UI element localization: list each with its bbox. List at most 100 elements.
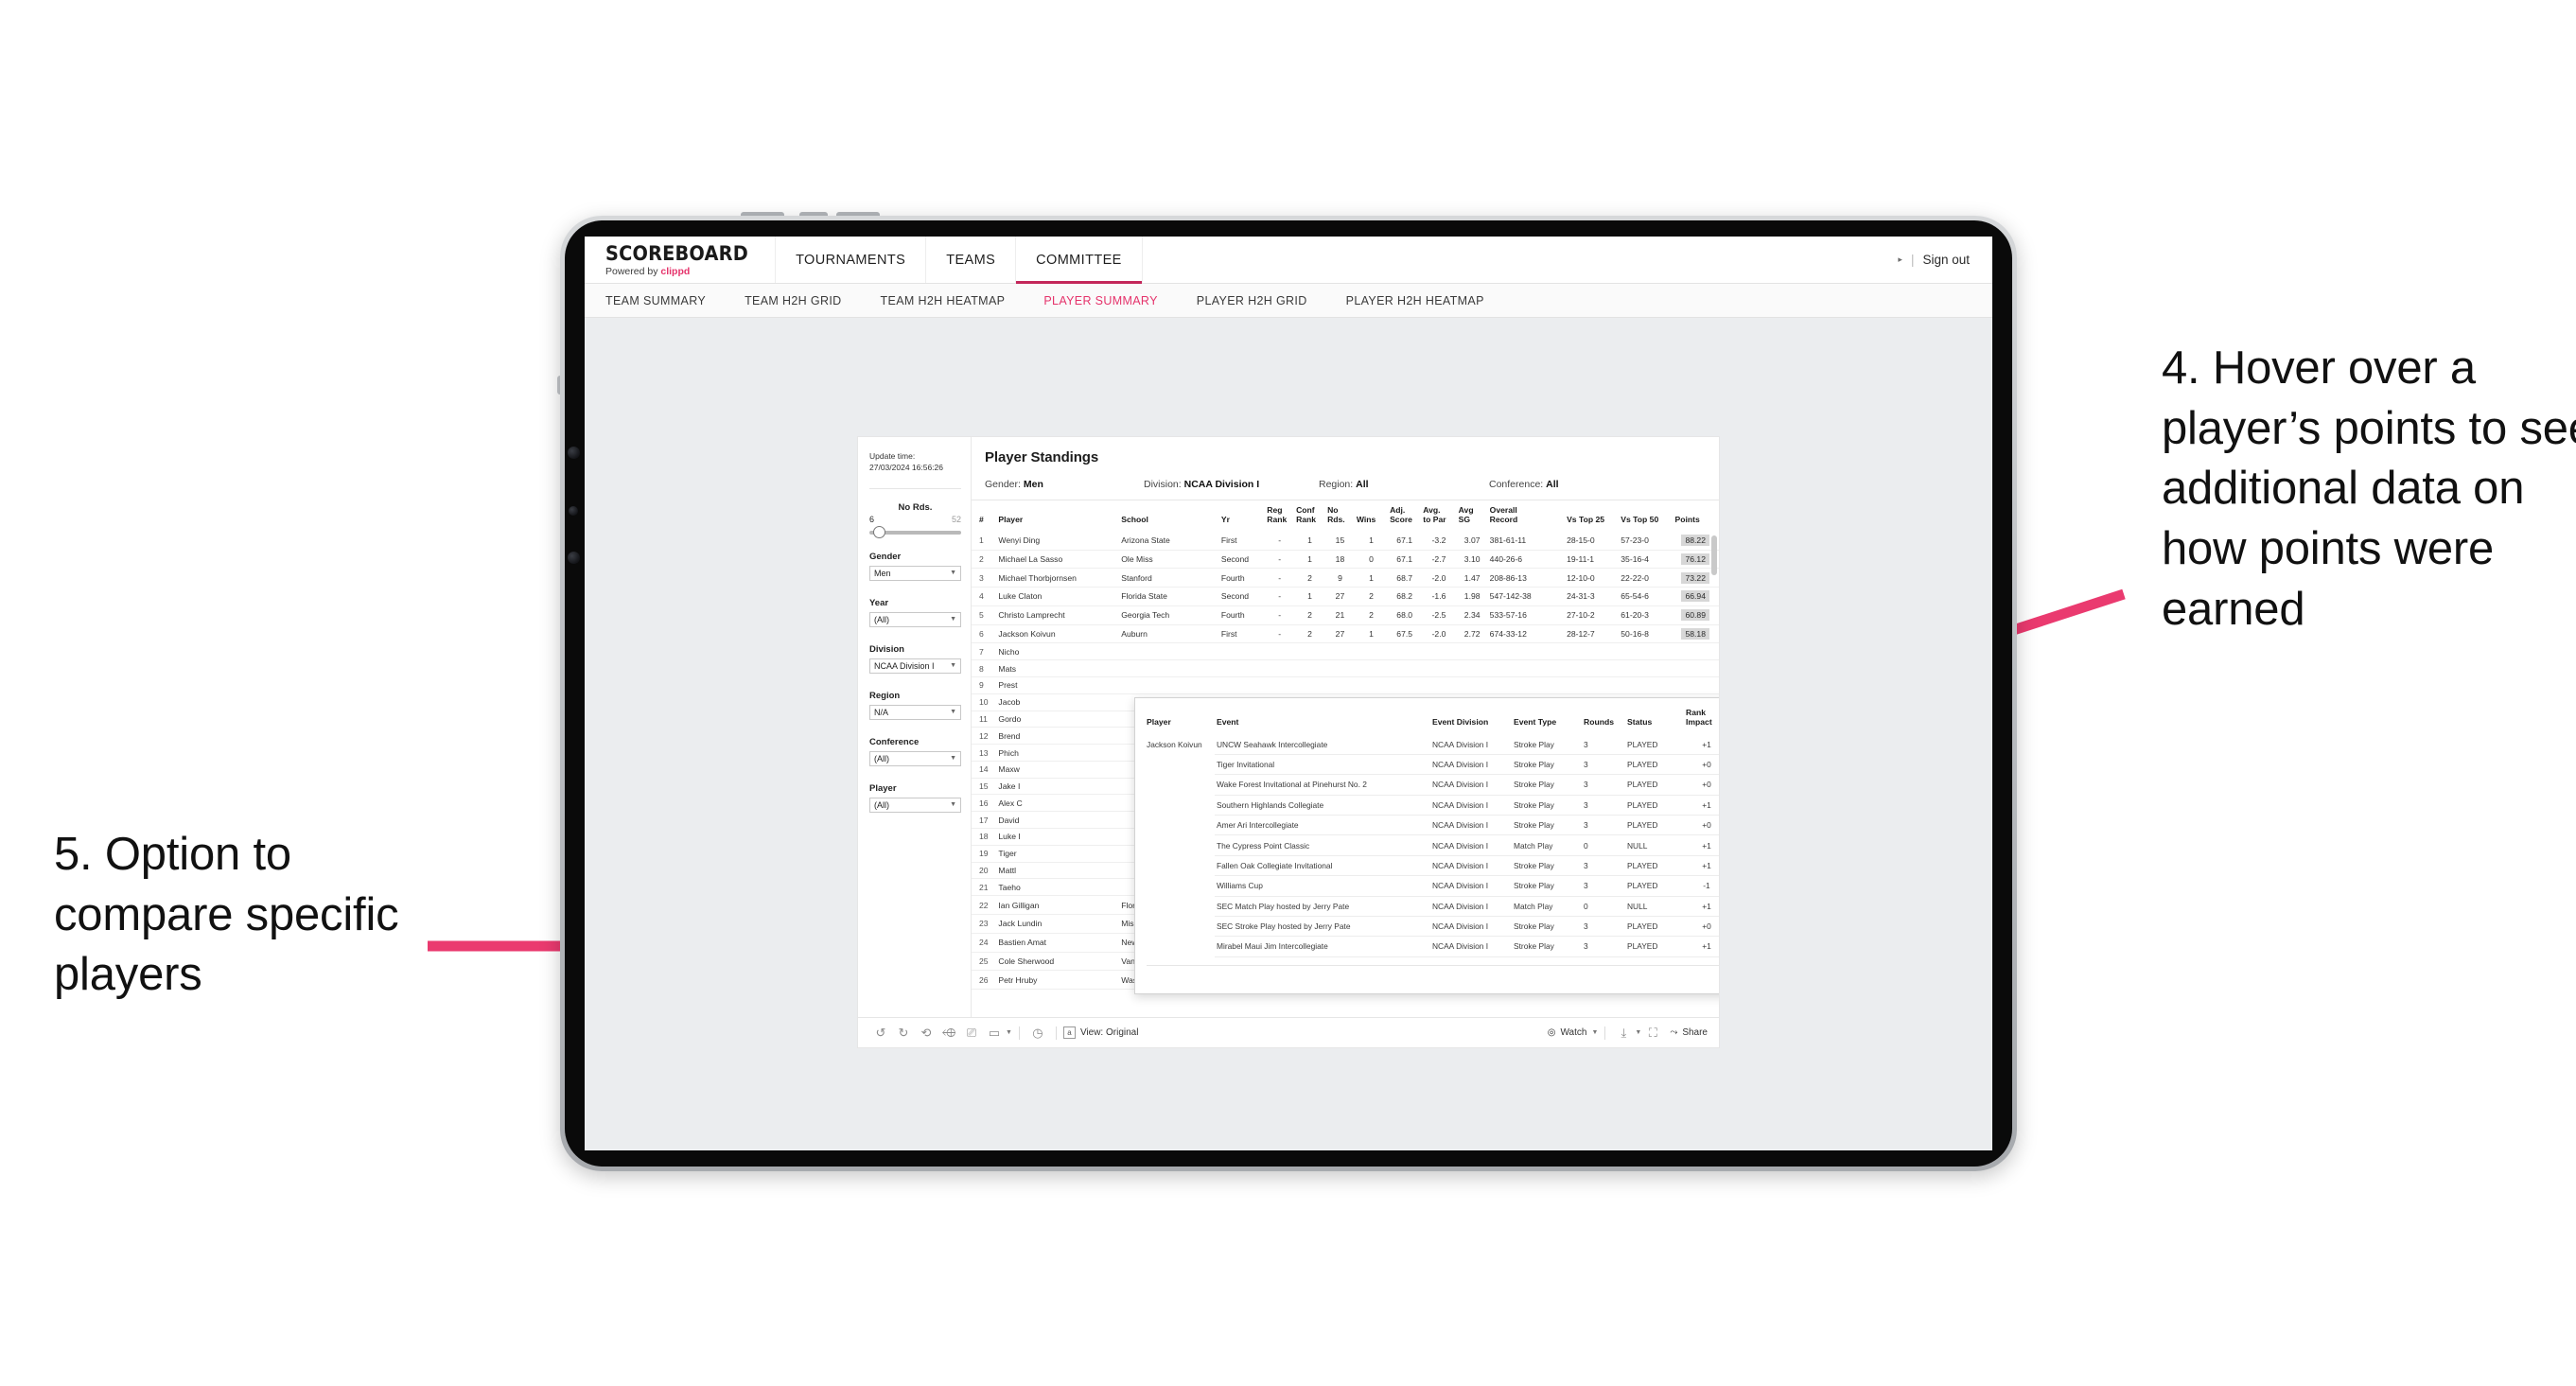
chevron-down-icon[interactable]: ▼ [1006, 1029, 1012, 1036]
filter-division-select[interactable]: NCAA Division I ▼ [869, 658, 961, 674]
subnav-team-h2h-grid[interactable]: TEAM H2H GRID [745, 294, 861, 307]
filter-player-select[interactable]: (All) ▼ [869, 797, 961, 813]
col-header-points[interactable]: Points [1673, 500, 1719, 532]
tooltip-cell-1: Williams Cup [1215, 875, 1430, 897]
points-value[interactable]: 60.89 [1681, 609, 1709, 622]
table-row[interactable]: 2 Michael La Sasso Ole Miss Second -1 18 0 67.1… [972, 550, 1719, 570]
col-header-wins[interactable]: Wins [1355, 500, 1388, 532]
cell-1: Gordo [996, 711, 1120, 728]
clock-history-icon[interactable]: ◷ [1026, 1026, 1049, 1041]
download-icon[interactable]: ⤓ [1612, 1026, 1635, 1041]
cell-5: 1 [1294, 550, 1326, 570]
cell-11: 533-57-16 [1487, 605, 1566, 625]
cell-14: 58.18 [1673, 624, 1719, 644]
table-row[interactable]: 9 Prest [972, 676, 1719, 694]
table-row[interactable]: 5 Christo Lamprecht Georgia Tech Fourth -2 21… [972, 605, 1719, 625]
view-original-button[interactable]: a View: Original [1062, 1026, 1138, 1039]
tooltip-header-row: Player Event Event Division Event Type Round… [1135, 698, 1719, 735]
watch-button[interactable]: ◎ Watch ▼ [1548, 1027, 1599, 1038]
filter-gender-select[interactable]: Men ▼ [869, 565, 961, 581]
tablet-camera-3 [568, 552, 580, 564]
share-button[interactable]: ⤳ Share [1670, 1027, 1708, 1038]
cell-3 [1218, 676, 1266, 694]
sign-out-area: ▸ | Sign out [1898, 237, 1992, 283]
tooltip-cell-5: PLAYED [1625, 754, 1684, 776]
col-header-player[interactable]: Player [996, 500, 1119, 532]
col-header-avg-sg[interactable]: Avg SG [1457, 500, 1488, 532]
cell-1: Phich [996, 744, 1120, 762]
tooltip-cell-2: NCAA Division I [1430, 795, 1512, 816]
tooltip-cell-2: NCAA Division I [1430, 815, 1512, 836]
tooltip-cell-0 [1135, 835, 1215, 855]
revert-icon[interactable]: ⟲ [915, 1026, 938, 1041]
table-row[interactable]: 3 Michael Thorbjornsen Stanford Fourth -2 9 1 6… [972, 568, 1719, 588]
points-value[interactable]: 58.18 [1681, 628, 1709, 640]
table-row[interactable]: 4 Luke Claton Florida State Second -1 27 2 68.2… [972, 587, 1719, 606]
filter-year: Year (All) ▼ [869, 598, 961, 627]
sign-out-link[interactable]: Sign out [1922, 253, 1970, 267]
nav-item-teams[interactable]: TEAMS [925, 237, 1017, 283]
cell-12: 24-31-3 [1565, 587, 1620, 606]
tooltip-cell-1: Wake Forest Invitational at Pinehurst No… [1215, 774, 1430, 796]
table-row[interactable]: 8 Mats [972, 659, 1719, 677]
subnav-player-h2h-heatmap[interactable]: PLAYER H2H HEATMAP [1346, 294, 1504, 307]
cell-9: -2.0 [1421, 568, 1457, 588]
col-header-yr[interactable]: Yr [1219, 500, 1265, 532]
nav-item-committee[interactable]: COMMITTEE [1015, 237, 1143, 284]
redo-icon[interactable]: ↻ [892, 1026, 915, 1041]
tooltip-cell-6: +1 [1684, 896, 1719, 917]
points-value[interactable]: 66.94 [1681, 590, 1709, 603]
tooltip-col-player: Player [1147, 716, 1171, 727]
col-header-avg-to-par[interactable]: Avg. to Par [1421, 500, 1456, 532]
nav-item-tournaments[interactable]: TOURNAMENTS [775, 237, 927, 283]
col-header-vs-top-50[interactable]: Vs Top 50 [1619, 500, 1673, 532]
table-row[interactable]: 7 Nicho [972, 642, 1719, 661]
standings-table-scroll[interactable]: 1 Wenyi Ding Arizona State First -1 15 1 67.1 -3… [972, 531, 1719, 1017]
chevron-down-icon[interactable]: ▼ [1635, 1029, 1641, 1036]
filter-conference-select[interactable]: (All) ▼ [869, 750, 961, 766]
brand-sub-highlight: clippd [660, 266, 691, 277]
col-header-conf-rank[interactable]: Conf Rank [1294, 500, 1325, 532]
points-value[interactable]: 76.12 [1681, 553, 1709, 565]
col-header-adj-score[interactable]: Adj. Score [1388, 500, 1421, 532]
undo-icon[interactable]: ↺ [869, 1026, 892, 1041]
col-header-no-rds[interactable]: No Rds. [1325, 500, 1355, 532]
slider-handle[interactable] [873, 525, 885, 538]
tooltip-cell-3: Stroke Play [1512, 936, 1582, 957]
subnav-team-summary[interactable]: TEAM SUMMARY [605, 294, 726, 307]
subnav-team-h2h-heatmap[interactable]: TEAM H2H HEATMAP [881, 294, 1025, 307]
cell-11: 208-86-13 [1487, 568, 1566, 588]
slider-track[interactable] [869, 525, 961, 538]
fullscreen-icon[interactable]: ⛶ [1641, 1026, 1664, 1041]
device-layout-icon[interactable]: ▭ [983, 1026, 1006, 1041]
tooltip-cell-3: Stroke Play [1512, 774, 1582, 796]
points-value[interactable]: 73.22 [1681, 571, 1709, 584]
subnav-player-summary[interactable]: PLAYER SUMMARY [1043, 294, 1177, 307]
cell-2: Florida State [1119, 587, 1219, 606]
tooltip-cell-3: Stroke Play [1512, 815, 1582, 836]
col-header-vs-top-25[interactable]: Vs Top 25 [1565, 500, 1619, 532]
chevron-down-icon[interactable]: ▸ [1898, 254, 1902, 265]
filter-region-select[interactable]: N/A ▼ [869, 704, 961, 720]
filter-year-select[interactable]: (All) ▼ [869, 611, 961, 627]
no-rounds-slider[interactable]: No Rds. 6 52 [869, 502, 961, 538]
pause-updates-icon[interactable]: ⎚ [960, 1026, 983, 1041]
refresh-data-icon[interactable]: ⬲ [938, 1026, 960, 1041]
header-filter-gender-value: Men [1023, 479, 1043, 490]
tooltip-cell-5: PLAYED [1625, 936, 1684, 957]
cell-12: 27-10-2 [1565, 605, 1620, 625]
filter-division: Division NCAA Division I ▼ [869, 644, 961, 674]
subnav-player-h2h-grid[interactable]: PLAYER H2H GRID [1197, 294, 1327, 307]
vertical-scrollbar[interactable] [1711, 535, 1717, 575]
col-header-[interactable]: # [972, 500, 996, 532]
header-filter-conference-label: Conference: [1489, 479, 1544, 490]
tooltip-cell-2: NCAA Division I [1430, 754, 1512, 776]
table-row[interactable]: 1 Wenyi Ding Arizona State First -1 15 1 67.1 -3… [972, 531, 1719, 551]
table-row[interactable]: 6 Jackson Koivun Auburn First -2 27 1 67.5 -2.0 2… [972, 624, 1719, 644]
brand-logo[interactable]: SCOREBOARD Powered by clippd [585, 237, 776, 283]
col-header-reg-rank[interactable]: Reg Rank [1265, 500, 1294, 532]
col-header-overall-record[interactable]: Overall Record [1488, 500, 1565, 532]
cell-9 [1421, 676, 1457, 694]
points-value[interactable]: 88.22 [1681, 535, 1709, 547]
col-header-school[interactable]: School [1119, 500, 1219, 532]
